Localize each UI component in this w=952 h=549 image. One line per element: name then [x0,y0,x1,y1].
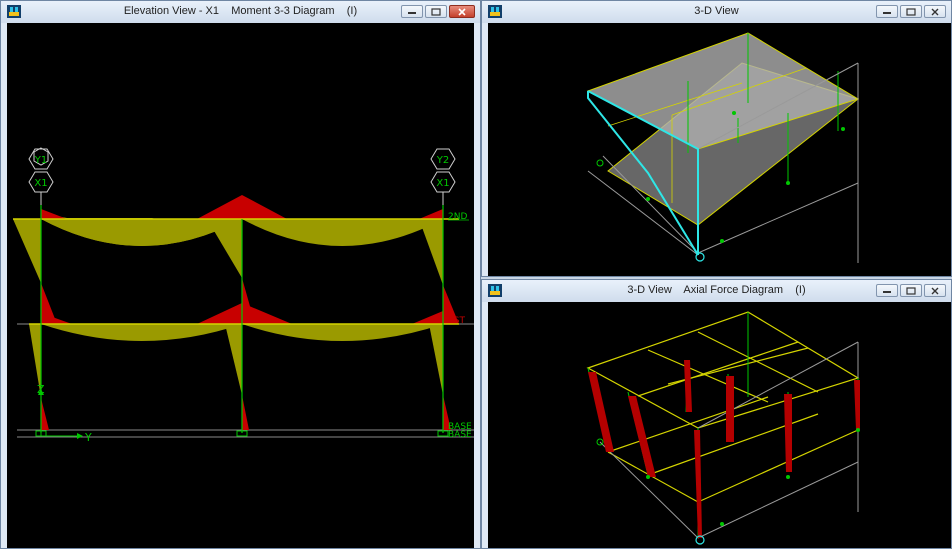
close-button[interactable] [449,5,475,18]
minimize-button[interactable] [401,5,423,18]
slab-2nd [586,32,860,150]
maximize-icon [431,7,441,16]
close-icon [458,7,466,16]
maximize-icon [906,7,916,16]
moment-2nd-left-neg-b [197,195,242,219]
grid-bubble-x1-left: X1 [28,171,54,193]
axis-triad: Z Y [37,383,92,444]
maximize-button[interactable] [900,5,922,18]
close-icon [931,287,939,294]
axial-force-diagrams [588,360,860,538]
svg-text:Y: Y [84,431,92,444]
svg-text:Z: Z [37,383,45,396]
minimize-icon [883,11,891,14]
grid-bubble-y1: Y1 [28,148,54,170]
view3d-top-canvas[interactable] [488,23,951,276]
minimize-button[interactable] [876,284,898,297]
svg-text:Y2: Y2 [436,155,449,166]
elevation-window[interactable]: Elevation View - X1 Moment 3-3 Diagram (… [0,0,481,549]
maximize-button[interactable] [900,284,922,297]
svg-text:Y1: Y1 [34,155,47,166]
grid-bubble-y2: Y2 [430,148,456,170]
maximize-button[interactable] [425,5,447,18]
close-icon [931,8,939,15]
minimize-icon [408,11,416,14]
elevation-canvas[interactable]: Y1 X1 Y2 X1 2ND 1ST BASE BASE Z Y [7,23,474,548]
elevation-titlebar[interactable]: Elevation View - X1 Moment 3-3 Diagram (… [1,1,480,23]
minimize-icon [883,290,891,293]
moment-2nd-right-span [242,219,443,246]
story-label-2nd: 2ND [448,212,467,222]
minimize-button[interactable] [876,5,898,18]
story-label-1st: 1ST [448,316,465,326]
svg-text:X1: X1 [436,178,449,189]
story-label-base-2: BASE [448,430,472,440]
origin-marker [695,252,705,262]
view3d-top-window[interactable]: 3-D View [481,0,952,277]
grid-bubble-x1-right: X1 [430,171,456,193]
view3d-top-titlebar[interactable]: 3-D View [482,1,951,23]
close-button[interactable] [924,5,946,18]
close-button[interactable] [924,284,946,297]
moment-2nd-left-neg-a [41,209,67,219]
view3d-bottom-window[interactable]: 3-D View Axial Force Diagram (I) [481,279,952,549]
svg-text:X1: X1 [34,178,47,189]
view3d-bottom-canvas[interactable] [488,302,951,548]
view3d-bottom-titlebar[interactable]: 3-D View Axial Force Diagram (I) [482,280,951,302]
maximize-icon [906,286,916,295]
